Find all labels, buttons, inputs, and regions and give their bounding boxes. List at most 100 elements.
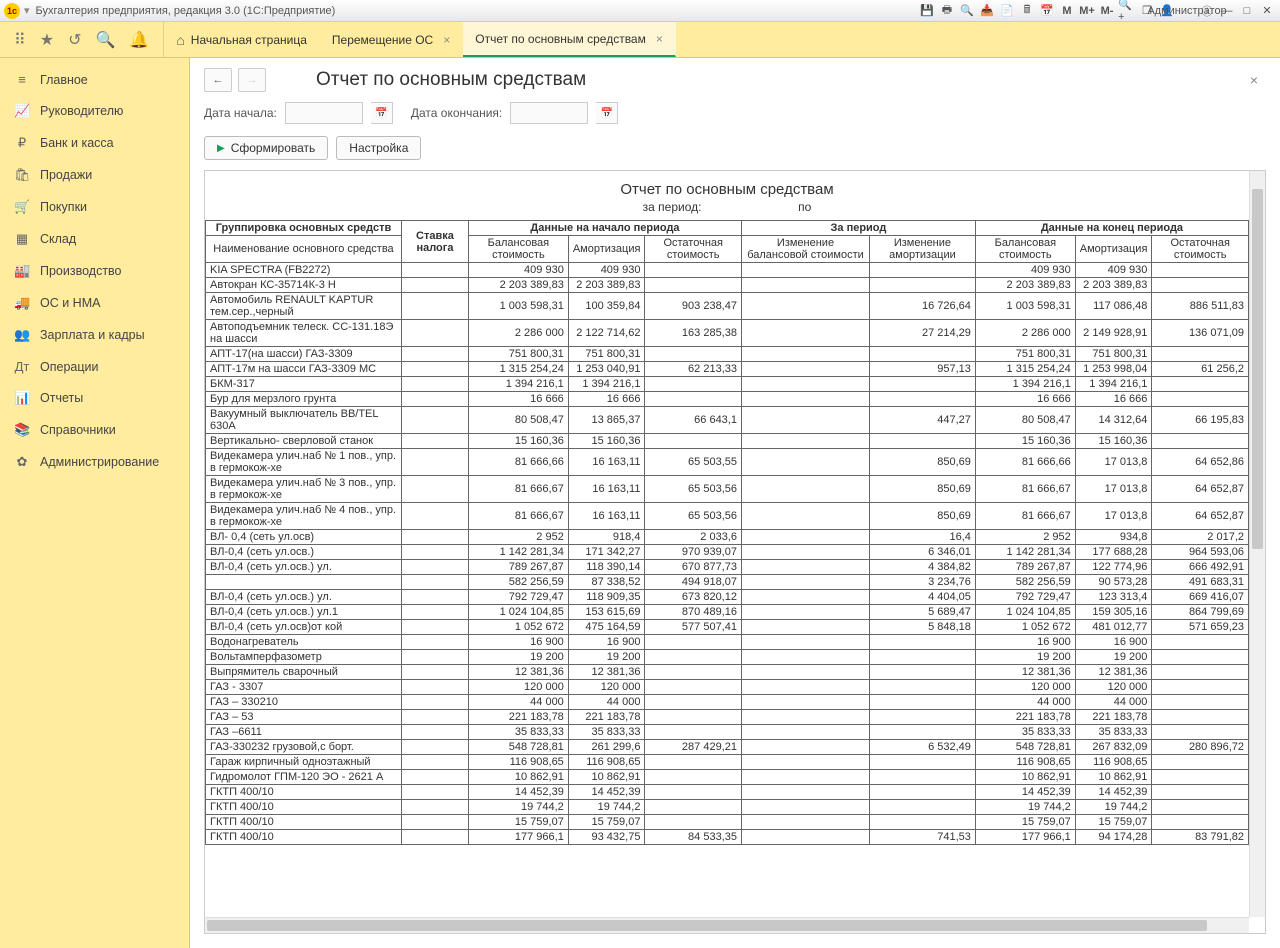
table-row[interactable]: ВЛ-0,4 (сеть ул.осв.) ул.11 024 104,8515…	[206, 605, 1249, 620]
table-row[interactable]: Гидромолот ГПМ-120 ЭО - 2621 А10 862,911…	[206, 770, 1249, 785]
table-row[interactable]: ГКТП 400/1014 452,3914 452,3914 452,3914…	[206, 785, 1249, 800]
table-row[interactable]: Бур для мерзлого грунта16 66616 66616 66…	[206, 392, 1249, 407]
table-row[interactable]: АПТ-17(на шасси) ГАЗ-3309751 800,31751 8…	[206, 347, 1249, 362]
start-date-input[interactable]	[285, 102, 363, 124]
table-row[interactable]: Автомобиль RENAULT KAPTUR тем.сер.,черны…	[206, 293, 1249, 320]
tab-close-icon[interactable]: ×	[443, 33, 450, 47]
report-subtitle: за период: по	[205, 200, 1249, 220]
end-date-input[interactable]	[510, 102, 588, 124]
sidebar-item-8[interactable]: 👥Зарплата и кадры	[0, 319, 189, 351]
calc-icon[interactable]: 🖩	[1018, 3, 1036, 19]
table-row[interactable]: Видекамера улич.наб № 1 пов., упр. в гер…	[206, 449, 1249, 476]
table-row[interactable]: БКМ-3171 394 216,11 394 216,11 394 216,1…	[206, 377, 1249, 392]
table-row[interactable]: ГКТП 400/1015 759,0715 759,0715 759,0715…	[206, 815, 1249, 830]
table-row[interactable]: Автокран КС-35714К-3 H2 203 389,832 203 …	[206, 278, 1249, 293]
page-close-icon[interactable]: ×	[1242, 72, 1266, 88]
star-icon[interactable]: ★	[40, 30, 54, 50]
table-row[interactable]: Водонагреватель16 90016 90016 90016 900	[206, 635, 1249, 650]
table-row[interactable]: 582 256,5987 338,52494 918,073 234,76582…	[206, 575, 1249, 590]
sidebar-label: Производство	[40, 264, 122, 278]
sidebar-item-1[interactable]: 📈Руководителю	[0, 95, 189, 127]
bell-icon[interactable]: 🔔	[129, 30, 149, 50]
mminus-icon[interactable]: M-	[1098, 3, 1116, 19]
tab-move-os[interactable]: Перемещение ОС×	[320, 22, 463, 57]
mplus-icon[interactable]: M+	[1078, 3, 1096, 19]
nav-forward-button[interactable]: →	[238, 68, 266, 92]
end-cal-icon[interactable]: 📅	[596, 102, 618, 124]
search2-icon[interactable]: 🔍	[95, 30, 115, 50]
info-icon[interactable]: ⓘ	[1198, 3, 1216, 19]
th-dbal: Изменение балансовой стоимости	[741, 236, 869, 263]
sidebar-item-2[interactable]: ₽Банк и касса	[0, 127, 189, 159]
tab-report-label: Отчет по основным средствам	[475, 32, 646, 46]
table-row[interactable]: ВЛ-0,4 (сеть ул.осв)от кой1 052 672475 1…	[206, 620, 1249, 635]
table-row[interactable]: Вертикально- сверловой станок15 160,3615…	[206, 434, 1249, 449]
print-icon[interactable]: 🖶	[938, 3, 956, 19]
sidebar-label: Справочники	[40, 423, 116, 437]
table-row[interactable]: ВЛ- 0,4 (сеть ул.осв)2 952918,42 033,616…	[206, 530, 1249, 545]
max-icon[interactable]: □	[1238, 3, 1256, 19]
close-icon[interactable]: ✕	[1258, 3, 1276, 19]
sidebar-item-11[interactable]: 📚Справочники	[0, 414, 189, 446]
sidebar-icon: ≡	[14, 72, 30, 87]
table-row[interactable]: Видекамера улич.наб № 3 пов., упр. в гер…	[206, 476, 1249, 503]
min-icon[interactable]: —	[1218, 3, 1236, 19]
table-row[interactable]: Вольтамперфазометр19 20019 20019 20019 2…	[206, 650, 1249, 665]
admin-label[interactable]: Администратор	[1178, 3, 1196, 19]
settings-button[interactable]: Настройка	[336, 136, 421, 160]
apps-icon[interactable]: ⠿	[14, 30, 26, 50]
scrollbar-horizontal[interactable]	[205, 917, 1249, 933]
sidebar-item-9[interactable]: ДтОперации	[0, 351, 189, 382]
doc-icon[interactable]: 📄	[998, 3, 1016, 19]
sidebar-item-6[interactable]: 🏭Производство	[0, 255, 189, 287]
table-row[interactable]: ГАЗ – 33021044 00044 00044 00044 000	[206, 695, 1249, 710]
th-bal1: Балансовая стоимость	[468, 236, 568, 263]
tab-home-label: Начальная страница	[191, 33, 307, 47]
save-icon[interactable]: 💾	[918, 3, 936, 19]
table-row[interactable]: АПТ-17м на шасси ГАЗ-3309 МС1 315 254,24…	[206, 362, 1249, 377]
nav-back-button[interactable]: ←	[204, 68, 232, 92]
m-icon[interactable]: M	[1058, 3, 1076, 19]
sidebar-icon: ✿	[14, 454, 30, 470]
task-icon[interactable]: 📥	[978, 3, 996, 19]
scrollbar-vertical[interactable]	[1249, 171, 1265, 917]
sidebar-item-3[interactable]: 🛍Продажи	[0, 159, 189, 191]
zoom-in-icon[interactable]: 🔍+	[1118, 3, 1136, 19]
table-row[interactable]: KIA SPECTRA (FB2272)409 930409 930409 93…	[206, 263, 1249, 278]
history-icon[interactable]: ↺	[68, 30, 81, 50]
table-row[interactable]: Вакуумный выключатель BB/TEL 630А80 508,…	[206, 407, 1249, 434]
sidebar-item-7[interactable]: 🚚ОС и НМА	[0, 287, 189, 319]
sidebar-item-0[interactable]: ≡Главное	[0, 64, 189, 95]
sub-b: по	[798, 200, 811, 214]
window-title: Бухгалтерия предприятия, редакция 3.0 (1…	[36, 5, 336, 17]
sidebar-item-12[interactable]: ✿Администрирование	[0, 446, 189, 478]
home-icon: ⌂	[176, 32, 184, 48]
sidebar-item-4[interactable]: 🛒Покупки	[0, 191, 189, 223]
table-row[interactable]: ВЛ-0,4 (сеть ул.осв.) ул.792 729,47118 9…	[206, 590, 1249, 605]
start-date-label: Дата начала:	[204, 106, 277, 120]
table-row[interactable]: ГАЗ – 53221 183,78221 183,78221 183,7822…	[206, 710, 1249, 725]
table-row[interactable]: ГКТП 400/1019 744,219 744,219 744,219 74…	[206, 800, 1249, 815]
table-row[interactable]: Гараж кирпичный одноэтажный116 908,65116…	[206, 755, 1249, 770]
search-icon[interactable]: 🔍	[958, 3, 976, 19]
table-row[interactable]: Выпрямитель сварочный12 381,3612 381,361…	[206, 665, 1249, 680]
sidebar-label: Операции	[40, 360, 98, 374]
calendar-icon[interactable]: 📅	[1038, 3, 1056, 19]
tab-home[interactable]: ⌂ Начальная страница	[164, 22, 320, 57]
settings-label: Настройка	[349, 141, 408, 155]
table-row[interactable]: ГКТП 400/10177 966,193 432,7584 533,3574…	[206, 830, 1249, 845]
sidebar-item-5[interactable]: ▦Склад	[0, 223, 189, 255]
generate-button[interactable]: ▶Сформировать	[204, 136, 328, 160]
sidebar-item-10[interactable]: 📊Отчеты	[0, 382, 189, 414]
table-row[interactable]: ГАЗ - 3307120 000120 000120 000120 000	[206, 680, 1249, 695]
table-row[interactable]: Автоподъемник телеск. СС-131.18Э на шасс…	[206, 320, 1249, 347]
table-row[interactable]: ВЛ-0,4 (сеть ул.осв.)1 142 281,34171 342…	[206, 545, 1249, 560]
table-row[interactable]: ГАЗ-330232 грузовой,с борт.548 728,81261…	[206, 740, 1249, 755]
table-row[interactable]: ВЛ-0,4 (сеть ул.осв.) ул.789 267,87118 3…	[206, 560, 1249, 575]
start-cal-icon[interactable]: 📅	[371, 102, 393, 124]
tab-report-os[interactable]: Отчет по основным средствам ×	[463, 22, 676, 57]
tab-close-icon[interactable]: ×	[656, 32, 663, 46]
table-row[interactable]: Видекамера улич.наб № 4 пов., упр. в гер…	[206, 503, 1249, 530]
table-row[interactable]: ГАЗ –661135 833,3335 833,3335 833,3335 8…	[206, 725, 1249, 740]
dropdown-icon[interactable]: ▾	[24, 4, 30, 17]
